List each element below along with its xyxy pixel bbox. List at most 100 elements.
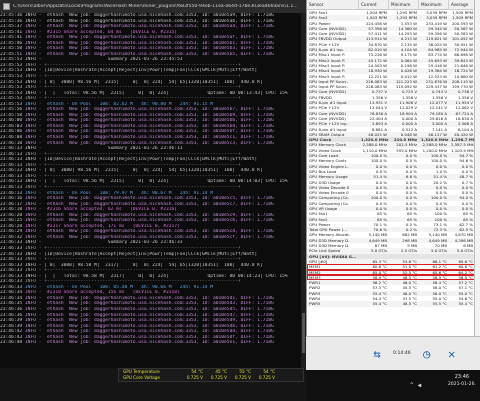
mini-sensor-name: GPU Core Voltage xyxy=(123,375,160,380)
console-message: INFO - ethash New job: daggerhashimoto.u… xyxy=(24,18,274,24)
console-timestamp: 23:45:50 xyxy=(0,46,25,52)
console-message: INFO - |ID|Device|Hashrate|Accept|Reject… xyxy=(24,68,258,74)
mini-sensor-value: 0.725 V xyxy=(234,375,251,380)
console-message: INFO - +--------------------------------… xyxy=(24,74,241,80)
clock-icon[interactable]: ◷ xyxy=(418,345,436,363)
console-timestamp: 23:45:53 xyxy=(0,57,25,63)
sensor-mini-panel: GPU Temperature 54 °C 45 °C 55 °C 54 °C GPU C… xyxy=(118,368,304,382)
console-timestamp: 23:45:58 xyxy=(0,112,25,118)
console-message: INFO - +--------------------------------… xyxy=(24,184,241,190)
console-message: INFO - |ID|Device|Hashrate|Accept|Reject… xyxy=(24,157,258,163)
hwinfo-sensor-window[interactable]: Sensor Current Minimum Maximum Average G… xyxy=(306,0,480,370)
console-timestamp: 23:46:29 xyxy=(0,229,25,235)
console-message: INFO - ethash New job: daggerhashimoto.u… xyxy=(24,112,274,118)
console-timestamp: 23:46:25 xyxy=(0,218,25,224)
console-timestamp: 23:46:13 xyxy=(0,184,25,190)
speaker-icon[interactable]: ◀ xyxy=(418,382,422,389)
console-timestamp: 23:45:37 xyxy=(0,24,25,30)
console-message: INFO - | | Total: 98.58 M| 2317| 0| 0| 2… xyxy=(24,273,288,279)
console-timestamp: 23:46:13 xyxy=(0,157,25,163)
network-icon[interactable]: ⇆ xyxy=(368,345,386,363)
tray-clock[interactable]: 23:46 2021-01-26. xyxy=(448,374,476,388)
elapsed-time: 0:14:46 xyxy=(393,351,411,356)
console-app-icon xyxy=(3,3,10,10)
console-title: C:\Users\alber\AppData\Local\Programs\Ni… xyxy=(13,4,298,9)
console-message: INFO - +--------------------------------… xyxy=(24,96,241,102)
console-timestamp: 23:46:16 xyxy=(0,196,25,202)
console-timestamp: 23:46:33 xyxy=(0,273,25,279)
console-timestamp: 23:46:33 xyxy=(0,262,25,268)
sensor-table-header: Sensor Current Minimum Maximum Average xyxy=(307,0,480,10)
console-timestamp: 23:46:28 xyxy=(0,223,25,229)
console-timestamp: 23:46:36 xyxy=(0,306,25,312)
column-maximum[interactable]: Maximum xyxy=(419,0,449,9)
console-message: INFO - ethash - On Pool 10m: 85.48 M 4h:… xyxy=(24,284,213,290)
console-message: INFO - ethash New job: daggerhashimoto.u… xyxy=(24,107,274,113)
column-sensor[interactable]: Sensor xyxy=(307,0,359,9)
console-timestamp: 23:45:53 xyxy=(0,74,25,80)
console-message: INFO - ethash New job: daggerhashimoto.u… xyxy=(24,212,274,218)
console-message: INFO - ethash - On Pool 10m: 79.97 M 4h:… xyxy=(24,190,213,196)
console-timestamp: 23:45:53 xyxy=(0,68,25,74)
console-timestamp: 23:46:03 xyxy=(0,123,25,129)
console-timestamp: 23:46:10 xyxy=(0,140,25,146)
window-edge xyxy=(474,0,480,370)
console-title-bar[interactable]: C:\Users\alber\AppData\Local\Programs\Ni… xyxy=(0,0,306,13)
console-message: INFO - | | Total: 98.56 M| 2315| 0| 0| 2… xyxy=(24,179,288,185)
tray-time: 23:46 xyxy=(454,374,470,380)
console-message: INFO - Summary 2021-01-26 23:45:53 xyxy=(24,57,183,63)
console-timestamp: 23:45:56 xyxy=(0,107,25,113)
console-message: INFO - #2318 Share accepted, 156 ms [DEV… xyxy=(24,290,180,296)
console-timestamp: 23:45:41 xyxy=(0,35,25,41)
console-timestamp: 23:46:13 xyxy=(0,168,25,174)
console-timestamp: 23:45:53 xyxy=(0,62,25,68)
console-timestamp: 23:46:13 xyxy=(0,179,25,185)
miner-console-window[interactable]: C:\Users\alber\AppData\Local\Programs\Ni… xyxy=(0,0,306,401)
console-timestamp: 23:46:33 xyxy=(0,257,25,263)
console-timestamp: 23:46:32 xyxy=(0,234,25,240)
console-timestamp: 23:46:13 xyxy=(0,162,25,168)
console-message: INFO - +--------------------------------… xyxy=(24,245,241,251)
reset-icon[interactable]: ✕ xyxy=(443,345,461,363)
console-message: INFO - ethash New job: daggerhashimoto.u… xyxy=(24,13,274,18)
console-message: INFO - Summary 2021-01-26 23:46:33 xyxy=(24,240,183,246)
console-message: INFO - ethash New job: daggerhashimoto.u… xyxy=(24,229,274,235)
console-timestamp: 23:46:00 xyxy=(0,118,25,124)
column-minimum[interactable]: Minimum xyxy=(389,0,419,9)
column-current[interactable]: Current xyxy=(359,0,389,9)
mini-sensor-value: 0.725 V xyxy=(186,375,203,380)
console-message: INFO - ethash New job: daggerhashimoto.u… xyxy=(24,340,274,346)
console-scroll-thumb[interactable] xyxy=(302,313,305,353)
console-timestamp: 23:46:34 xyxy=(0,290,25,296)
console-message: INFO - Summary 2021-01-26 23:46:13 xyxy=(24,146,183,152)
console-timestamp: 23:45:51 xyxy=(0,51,25,57)
console-message: INFO - ethash New job: daggerhashimoto.u… xyxy=(24,51,274,57)
console-message: INFO - | | Total: 98.56 M| 2315| 0| 0| 2… xyxy=(24,90,288,96)
console-timestamp: 23:46:39 xyxy=(0,318,25,324)
console-message: INFO - +--------------------------------… xyxy=(24,257,241,263)
console-timestamp: 23:45:53 xyxy=(0,101,25,107)
sensor-maximum: 55.5 °C xyxy=(432,301,447,307)
console-timestamp: 23:45:53 xyxy=(0,96,25,102)
console-timestamp: 23:46:36 xyxy=(0,312,25,318)
console-timestamp: 23:45:36 xyxy=(0,18,25,24)
windows-taskbar: ^ ◀ 23:46 2021-01-26. xyxy=(306,370,480,401)
console-message: INFO - ethash New job: daggerhashimoto.u… xyxy=(24,201,274,207)
console-message: INFO - ethash New job: daggerhashimoto.u… xyxy=(24,318,274,324)
console-message: INFO - +--------------------------------… xyxy=(24,268,241,274)
console-message: INFO - +--------------------------------… xyxy=(24,85,241,91)
console-message: INFO - ethash New job: daggerhashimoto.u… xyxy=(24,334,274,340)
sensor-row[interactable]: PWR5 55.4 °C 48.5 °C 55.5 °C 55.4 °C xyxy=(307,301,480,307)
console-message: INFO - +--------------------------------… xyxy=(24,62,241,68)
console-timestamp: 23:45:53 xyxy=(0,79,25,85)
console-timestamp: 23:46:43 xyxy=(0,334,25,340)
console-timestamp: 23:46:13 xyxy=(0,173,25,179)
console-message: INFO - ethash - On Pool 10m: 82.62 M 4h:… xyxy=(24,101,213,107)
console-message: INFO - | 0| 3080| 98.56 M| 2315| 0| 0| 2… xyxy=(24,79,263,85)
console-line: 23:46:48 INFO - ethash New job: daggerha… xyxy=(0,340,306,346)
chevron-up-icon[interactable]: ^ xyxy=(410,382,414,389)
console-message: INFO - +--------------------------------… xyxy=(24,173,241,179)
column-average[interactable]: Average xyxy=(449,0,475,9)
sensor-average: 55.4 °C xyxy=(458,301,473,307)
console-message: INFO - ethash New job: daggerhashimoto.u… xyxy=(24,123,274,129)
